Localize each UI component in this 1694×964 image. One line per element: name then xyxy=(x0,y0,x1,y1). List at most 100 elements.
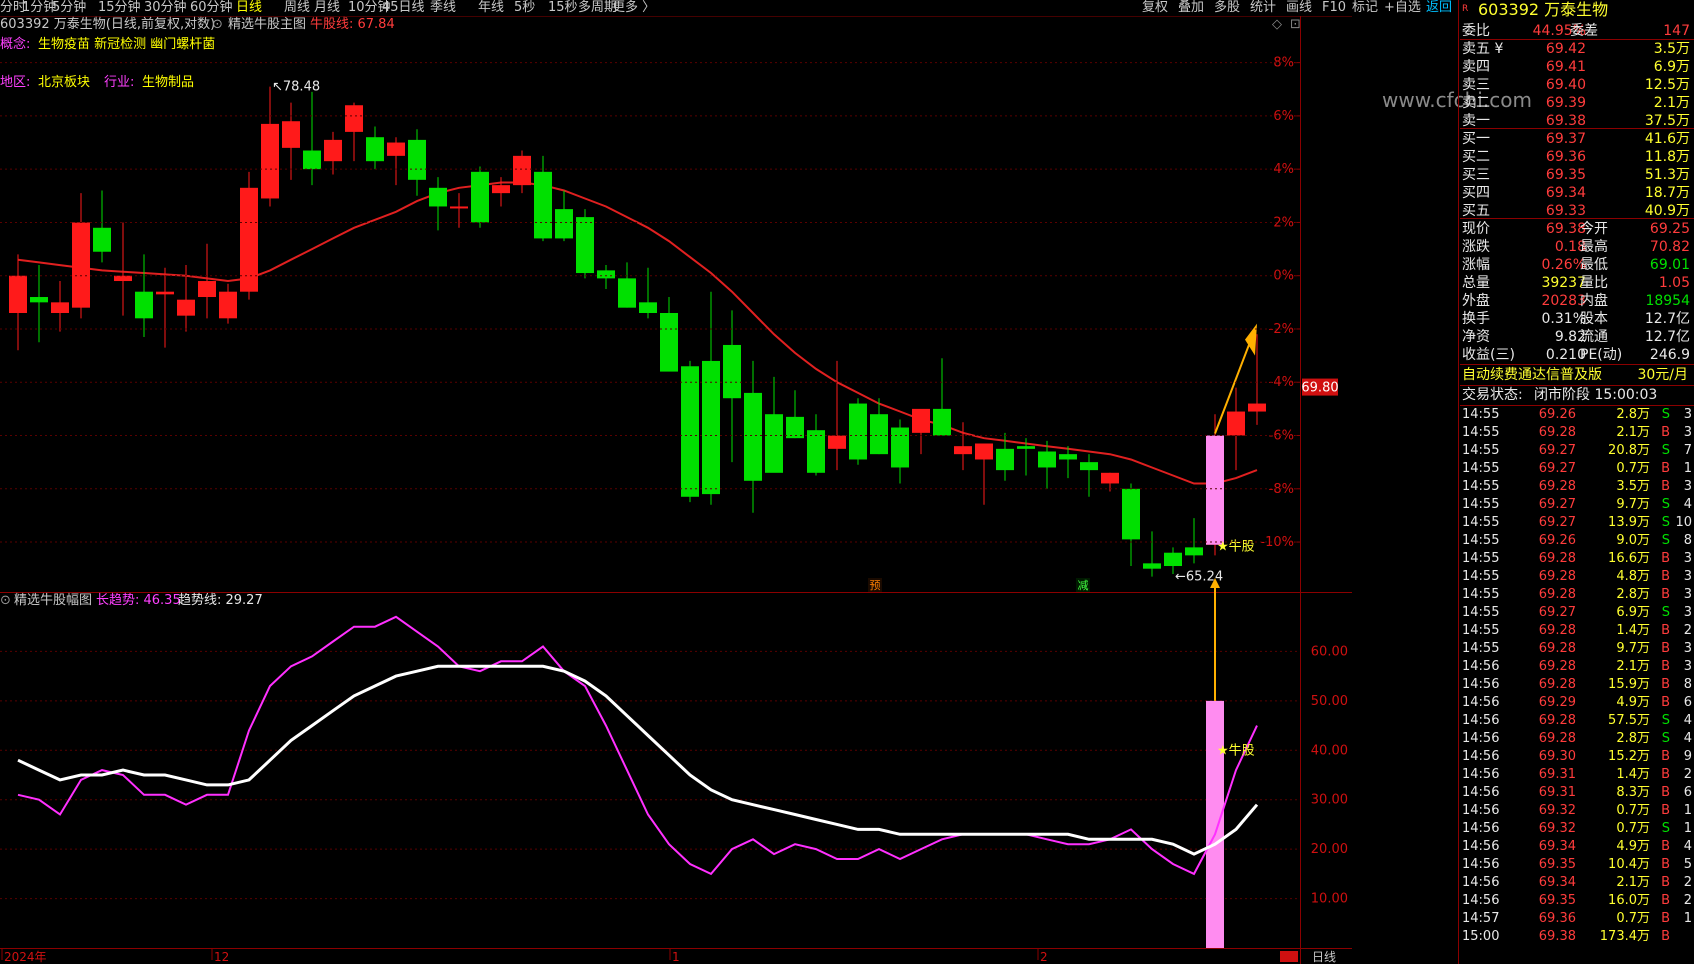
tick-price-11: 69.27 xyxy=(1538,605,1576,620)
ad-row[interactable]: 自动续费通达信普及版 30元/月 xyxy=(1462,366,1694,385)
bid-row-0: 买一 69.37 41.6万 xyxy=(1462,130,1694,149)
tick-row-22: 14:56 69.32 0.7万 B 1 xyxy=(1462,802,1694,820)
period-button: 日线 xyxy=(1312,950,1336,964)
xlabel-3: 2 xyxy=(1040,950,1048,964)
tick-side-12: B xyxy=(1661,623,1670,638)
tick-vol-23: 0.7万 xyxy=(1616,821,1650,836)
tick-time-6: 14:55 xyxy=(1462,515,1500,530)
ask-label-2: 卖三 xyxy=(1462,77,1490,93)
period-tab-3[interactable]: 15分钟 xyxy=(98,0,141,16)
tick-row-5: 14:55 69.27 9.7万 S 4 xyxy=(1462,496,1694,514)
period-tab-13[interactable]: 5秒 xyxy=(514,0,535,16)
stat-row-6: 净资 9.82 流通 12.7亿 xyxy=(1462,328,1694,347)
stat-label2-5: 股本 xyxy=(1580,311,1608,327)
candle-body-41 xyxy=(870,414,888,455)
tick-vol-16: 4.9万 xyxy=(1616,695,1650,710)
period-tab-14[interactable]: 15秒 xyxy=(548,0,578,16)
tick-price-15: 69.28 xyxy=(1538,677,1576,692)
bull-bar-main xyxy=(1206,435,1224,545)
tick-row-4: 14:55 69.28 3.5万 B 3 xyxy=(1462,478,1694,496)
toolbar-btn-4[interactable]: 画线 xyxy=(1286,0,1312,16)
period-tab-11[interactable]: 季线 xyxy=(430,0,456,16)
period-tab-16[interactable]: 更多 〉 xyxy=(612,0,655,16)
period-tab-2[interactable]: 5分钟 xyxy=(52,0,86,16)
tick-vol-8: 16.6万 xyxy=(1608,551,1650,566)
tick-price-4: 69.28 xyxy=(1538,479,1576,494)
sub-indicator-toggle-icon[interactable]: ⊙ xyxy=(0,592,11,609)
stat-value2-7: 246.9 xyxy=(1649,347,1690,363)
stat-label1-1: 涨跌 xyxy=(1462,239,1490,255)
tick-count-0: 3 xyxy=(1683,407,1692,422)
period-tab-5[interactable]: 60分钟 xyxy=(190,0,233,16)
ylabel-sub-0: 60.00 xyxy=(1311,644,1348,659)
toolbar-btn-0[interactable]: 复权 xyxy=(1142,0,1168,16)
period-tab-10[interactable]: 45日线 xyxy=(382,0,425,16)
toolbar-btn-5[interactable]: F10 xyxy=(1322,0,1346,16)
tick-time-0: 14:55 xyxy=(1462,407,1500,422)
kline-chart[interactable]: 8%6%4%2%0%-2%-4%-6%-8%-10%↖78.48←65.24★牛… xyxy=(0,16,1352,964)
tick-side-5: S xyxy=(1661,497,1670,512)
tick-vol-4: 3.5万 xyxy=(1616,479,1650,494)
tick-side-1: B xyxy=(1661,425,1670,440)
tick-price-25: 69.35 xyxy=(1538,857,1576,872)
tick-count-13: 3 xyxy=(1683,641,1692,656)
candle-body-28 xyxy=(597,270,615,279)
candle-body-55 xyxy=(1164,552,1182,567)
tick-row-2: 14:55 69.27 20.8万 S 7 xyxy=(1462,442,1694,460)
tick-vol-28: 0.7万 xyxy=(1616,911,1650,926)
period-tab-4[interactable]: 30分钟 xyxy=(144,0,187,16)
tick-time-1: 14:55 xyxy=(1462,425,1500,440)
stat-label2-3: 量比 xyxy=(1580,275,1608,291)
tick-count-10: 3 xyxy=(1683,587,1692,602)
toolbar-btn-3[interactable]: 统计 xyxy=(1250,0,1276,16)
candle-body-9 xyxy=(198,281,216,298)
bid-label-2: 买三 xyxy=(1462,167,1490,183)
toolbar-btn-6[interactable]: 标记 xyxy=(1352,0,1378,16)
bid-price-3: 69.34 xyxy=(1545,185,1586,201)
toolbar-btn-7[interactable]: +自选 xyxy=(1384,0,1421,16)
tick-side-29: B xyxy=(1661,929,1670,944)
bid-price-1: 69.36 xyxy=(1545,149,1586,165)
period-tab-6[interactable]: 日线 xyxy=(236,0,262,16)
tick-time-23: 14:56 xyxy=(1462,821,1500,836)
tick-vol-13: 9.7万 xyxy=(1616,641,1650,656)
bid-label-1: 买二 xyxy=(1462,149,1490,165)
separator xyxy=(1460,218,1694,219)
tick-count-4: 3 xyxy=(1683,479,1692,494)
tick-side-21: B xyxy=(1661,785,1670,800)
tick-count-14: 3 xyxy=(1683,659,1692,674)
toolbar-btn-8[interactable]: 返回 xyxy=(1426,0,1452,16)
xlabel-0: 2024年 xyxy=(4,950,47,964)
period-tab-7[interactable]: 周线 xyxy=(284,0,310,16)
candle-body-5 xyxy=(114,275,132,282)
stat-value2-2: 69.01 xyxy=(1649,257,1690,273)
tick-row-0: 14:55 69.26 2.8万 S 3 xyxy=(1462,406,1694,424)
ask-vol-1: 6.9万 xyxy=(1653,59,1690,75)
candle-body-59 xyxy=(1248,403,1266,412)
tick-price-29: 69.38 xyxy=(1538,929,1576,944)
tick-side-27: B xyxy=(1661,893,1670,908)
toolbar-btn-2[interactable]: 多股 xyxy=(1214,0,1240,16)
candle-body-50 xyxy=(1059,454,1077,460)
tick-vol-9: 4.8万 xyxy=(1616,569,1650,584)
candle-body-3 xyxy=(72,222,90,308)
toolbar-btn-1[interactable]: 叠加 xyxy=(1178,0,1204,16)
ask-label-3: 卖二 xyxy=(1462,95,1490,111)
candle-body-29 xyxy=(618,278,636,308)
sub-indicator-name[interactable]: 精选牛股幅图 xyxy=(14,592,92,609)
candle-body-22 xyxy=(471,171,489,223)
tick-row-14: 14:56 69.28 2.1万 B 3 xyxy=(1462,658,1694,676)
tick-vol-22: 0.7万 xyxy=(1616,803,1650,818)
bid-row-2: 买三 69.35 51.3万 xyxy=(1462,166,1694,185)
period-tab-8[interactable]: 月线 xyxy=(314,0,340,16)
period-tab-12[interactable]: 年线 xyxy=(478,0,504,16)
tick-row-21: 14:56 69.31 8.3万 B 6 xyxy=(1462,784,1694,802)
candle-body-16 xyxy=(345,105,363,132)
candle-body-8 xyxy=(177,299,195,316)
tick-row-13: 14:55 69.28 9.7万 B 3 xyxy=(1462,640,1694,658)
ask-vol-3: 2.1万 xyxy=(1653,95,1690,111)
tick-row-28: 14:57 69.36 0.7万 B 1 xyxy=(1462,910,1694,928)
price-tag: 69.80 xyxy=(1301,381,1338,396)
ylabel-sub-4: 20.00 xyxy=(1311,842,1348,857)
candle-body-54 xyxy=(1143,563,1161,569)
